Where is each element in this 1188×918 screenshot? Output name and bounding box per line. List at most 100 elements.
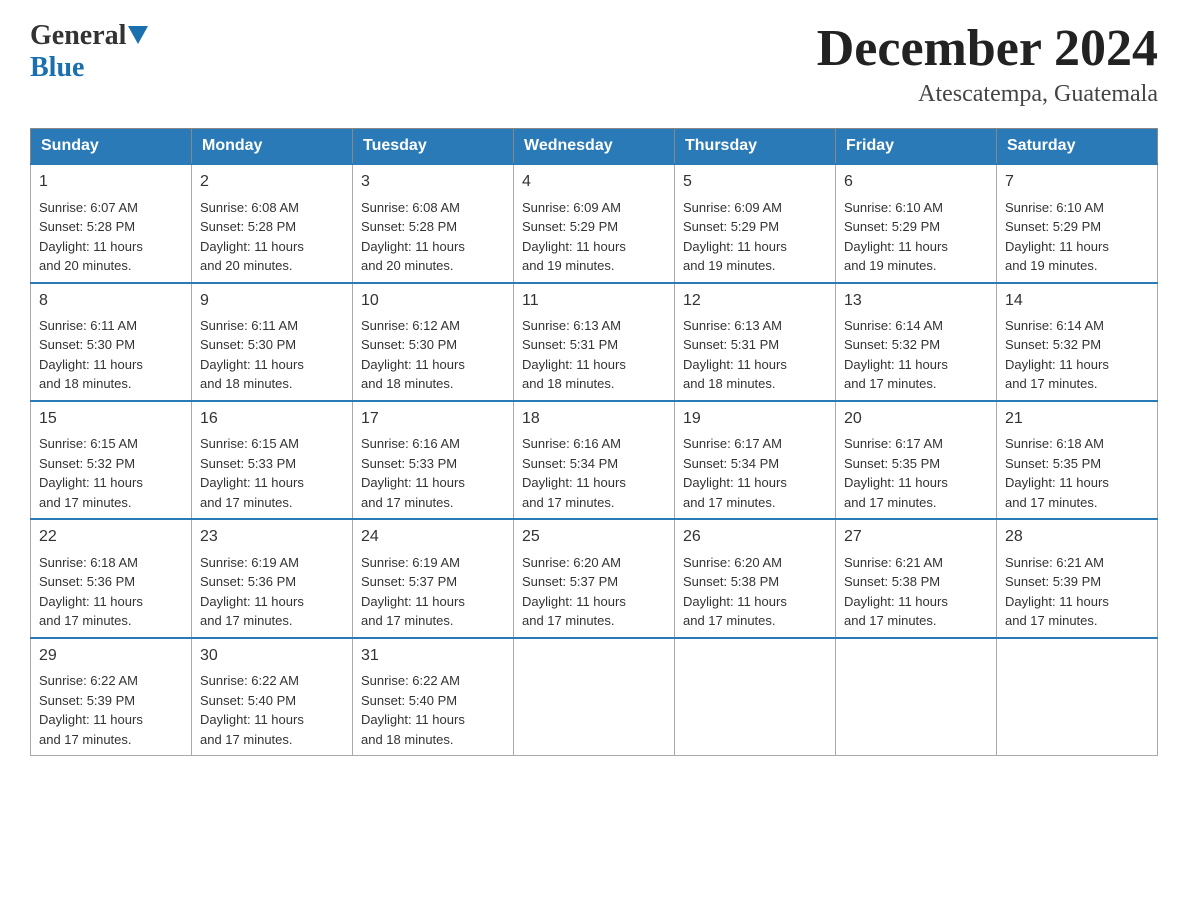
day-number: 22: [39, 526, 183, 548]
day-number: 26: [683, 526, 827, 548]
calendar-cell: 31 Sunrise: 6:22 AMSunset: 5:40 PMDayligh…: [353, 638, 514, 756]
day-number: 14: [1005, 290, 1149, 312]
calendar-cell: 3 Sunrise: 6:08 AMSunset: 5:28 PMDaylight…: [353, 164, 514, 282]
calendar-cell: 12 Sunrise: 6:13 AMSunset: 5:31 PMDayligh…: [675, 283, 836, 401]
calendar-cell: 30Sunrise: 6:22 AMSunset: 5:40 PMDayligh…: [192, 638, 353, 756]
calendar-table: SundayMondayTuesdayWednesdayThursdayFrid…: [30, 128, 1158, 756]
logo-blue: Blue: [30, 52, 84, 84]
day-number: 10: [361, 290, 505, 312]
day-number: 8: [39, 290, 183, 312]
calendar-cell: 19 Sunrise: 6:17 AMSunset: 5:34 PMDayligh…: [675, 401, 836, 519]
day-info: Sunrise: 6:07 AMSunset: 5:28 PMDaylight:…: [39, 198, 183, 276]
day-number: 20: [844, 408, 988, 430]
calendar-cell: 20 Sunrise: 6:17 AMSunset: 5:35 PMDayligh…: [836, 401, 997, 519]
calendar-cell: 17 Sunrise: 6:16 AMSunset: 5:33 PMDayligh…: [353, 401, 514, 519]
day-number: 5: [683, 171, 827, 193]
calendar-cell: 2Sunrise: 6:08 AMSunset: 5:28 PMDaylight…: [192, 164, 353, 282]
day-number: 18: [522, 408, 666, 430]
week-row-2: 8 Sunrise: 6:11 AMSunset: 5:30 PMDaylight…: [31, 283, 1158, 401]
day-number: 7: [1005, 171, 1149, 193]
day-number: 16: [200, 408, 344, 430]
day-info: Sunrise: 6:10 AMSunset: 5:29 PMDaylight:…: [1005, 198, 1149, 276]
location-title: Atescatempa, Guatemala: [817, 81, 1158, 108]
calendar-cell: 14 Sunrise: 6:14 AMSunset: 5:32 PMDayligh…: [997, 283, 1158, 401]
calendar-cell: [514, 638, 675, 756]
day-number: 23: [200, 526, 344, 548]
day-info: Sunrise: 6:22 AMSunset: 5:39 PMDaylight:…: [39, 671, 183, 749]
day-info: Sunrise: 6:19 AMSunset: 5:36 PMDaylight:…: [200, 553, 344, 631]
day-info: Sunrise: 6:20 AMSunset: 5:38 PMDaylight:…: [683, 553, 827, 631]
header-sunday: Sunday: [31, 129, 192, 165]
header-thursday: Thursday: [675, 129, 836, 165]
calendar-cell: 22 Sunrise: 6:18 AMSunset: 5:36 PMDayligh…: [31, 519, 192, 637]
day-number: 19: [683, 408, 827, 430]
calendar-cell: 4Sunrise: 6:09 AMSunset: 5:29 PMDaylight…: [514, 164, 675, 282]
day-info: Sunrise: 6:17 AMSunset: 5:35 PMDaylight:…: [844, 434, 988, 512]
week-row-5: 29 Sunrise: 6:22 AMSunset: 5:39 PMDayligh…: [31, 638, 1158, 756]
calendar-cell: 23 Sunrise: 6:19 AMSunset: 5:36 PMDayligh…: [192, 519, 353, 637]
day-info: Sunrise: 6:11 AMSunset: 5:30 PMDaylight:…: [200, 316, 344, 394]
day-info: Sunrise: 6:15 AMSunset: 5:33 PMDaylight:…: [200, 434, 344, 512]
day-number: 17: [361, 408, 505, 430]
calendar-cell: 27Sunrise: 6:21 AMSunset: 5:38 PMDayligh…: [836, 519, 997, 637]
calendar-cell: 1 Sunrise: 6:07 AMSunset: 5:28 PMDaylight…: [31, 164, 192, 282]
calendar-cell: [675, 638, 836, 756]
calendar-cell: 29 Sunrise: 6:22 AMSunset: 5:39 PMDayligh…: [31, 638, 192, 756]
calendar-cell: 28Sunrise: 6:21 AMSunset: 5:39 PMDayligh…: [997, 519, 1158, 637]
day-number: 3: [361, 171, 505, 193]
day-number: 12: [683, 290, 827, 312]
calendar-cell: 21Sunrise: 6:18 AMSunset: 5:35 PMDayligh…: [997, 401, 1158, 519]
day-info: Sunrise: 6:17 AMSunset: 5:34 PMDaylight:…: [683, 434, 827, 512]
logo-blue-part: [126, 26, 148, 46]
day-number: 1: [39, 171, 183, 193]
day-number: 15: [39, 408, 183, 430]
calendar-cell: [997, 638, 1158, 756]
week-row-1: 1 Sunrise: 6:07 AMSunset: 5:28 PMDaylight…: [31, 164, 1158, 282]
day-info: Sunrise: 6:22 AMSunset: 5:40 PMDaylight:…: [361, 671, 505, 749]
day-info: Sunrise: 6:19 AMSunset: 5:37 PMDaylight:…: [361, 553, 505, 631]
day-number: 11: [522, 290, 666, 312]
day-number: 13: [844, 290, 988, 312]
logo-triangle-icon: [128, 26, 148, 44]
day-info: Sunrise: 6:18 AMSunset: 5:36 PMDaylight:…: [39, 553, 183, 631]
logo-general: General: [30, 20, 126, 52]
day-number: 31: [361, 645, 505, 667]
day-info: Sunrise: 6:16 AMSunset: 5:34 PMDaylight:…: [522, 434, 666, 512]
title-area: December 2024 Atescatempa, Guatemala: [817, 20, 1158, 108]
month-title: December 2024: [817, 20, 1158, 77]
calendar-cell: 15 Sunrise: 6:15 AMSunset: 5:32 PMDayligh…: [31, 401, 192, 519]
day-number: 25: [522, 526, 666, 548]
day-info: Sunrise: 6:13 AMSunset: 5:31 PMDaylight:…: [683, 316, 827, 394]
calendar-cell: 11Sunrise: 6:13 AMSunset: 5:31 PMDayligh…: [514, 283, 675, 401]
calendar-cell: 24Sunrise: 6:19 AMSunset: 5:37 PMDayligh…: [353, 519, 514, 637]
day-number: 21: [1005, 408, 1149, 430]
day-number: 28: [1005, 526, 1149, 548]
day-info: Sunrise: 6:08 AMSunset: 5:28 PMDaylight:…: [200, 198, 344, 276]
calendar-cell: 18 Sunrise: 6:16 AMSunset: 5:34 PMDayligh…: [514, 401, 675, 519]
calendar-header-row: SundayMondayTuesdayWednesdayThursdayFrid…: [31, 129, 1158, 165]
week-row-4: 22 Sunrise: 6:18 AMSunset: 5:36 PMDayligh…: [31, 519, 1158, 637]
day-number: 27: [844, 526, 988, 548]
header-saturday: Saturday: [997, 129, 1158, 165]
calendar-cell: 7 Sunrise: 6:10 AMSunset: 5:29 PMDaylight…: [997, 164, 1158, 282]
day-number: 29: [39, 645, 183, 667]
day-info: Sunrise: 6:10 AMSunset: 5:29 PMDaylight:…: [844, 198, 988, 276]
header-monday: Monday: [192, 129, 353, 165]
calendar-cell: 13 Sunrise: 6:14 AMSunset: 5:32 PMDayligh…: [836, 283, 997, 401]
day-info: Sunrise: 6:11 AMSunset: 5:30 PMDaylight:…: [39, 316, 183, 394]
day-info: Sunrise: 6:09 AMSunset: 5:29 PMDaylight:…: [683, 198, 827, 276]
day-number: 9: [200, 290, 344, 312]
day-info: Sunrise: 6:14 AMSunset: 5:32 PMDaylight:…: [1005, 316, 1149, 394]
day-info: Sunrise: 6:15 AMSunset: 5:32 PMDaylight:…: [39, 434, 183, 512]
day-info: Sunrise: 6:14 AMSunset: 5:32 PMDaylight:…: [844, 316, 988, 394]
logo-text: General: [30, 20, 148, 52]
day-info: Sunrise: 6:12 AMSunset: 5:30 PMDaylight:…: [361, 316, 505, 394]
day-info: Sunrise: 6:16 AMSunset: 5:33 PMDaylight:…: [361, 434, 505, 512]
header-tuesday: Tuesday: [353, 129, 514, 165]
calendar-cell: [836, 638, 997, 756]
day-number: 4: [522, 171, 666, 193]
logo: General Blue: [30, 20, 148, 84]
day-number: 6: [844, 171, 988, 193]
day-info: Sunrise: 6:08 AMSunset: 5:28 PMDaylight:…: [361, 198, 505, 276]
calendar-cell: 25Sunrise: 6:20 AMSunset: 5:37 PMDayligh…: [514, 519, 675, 637]
